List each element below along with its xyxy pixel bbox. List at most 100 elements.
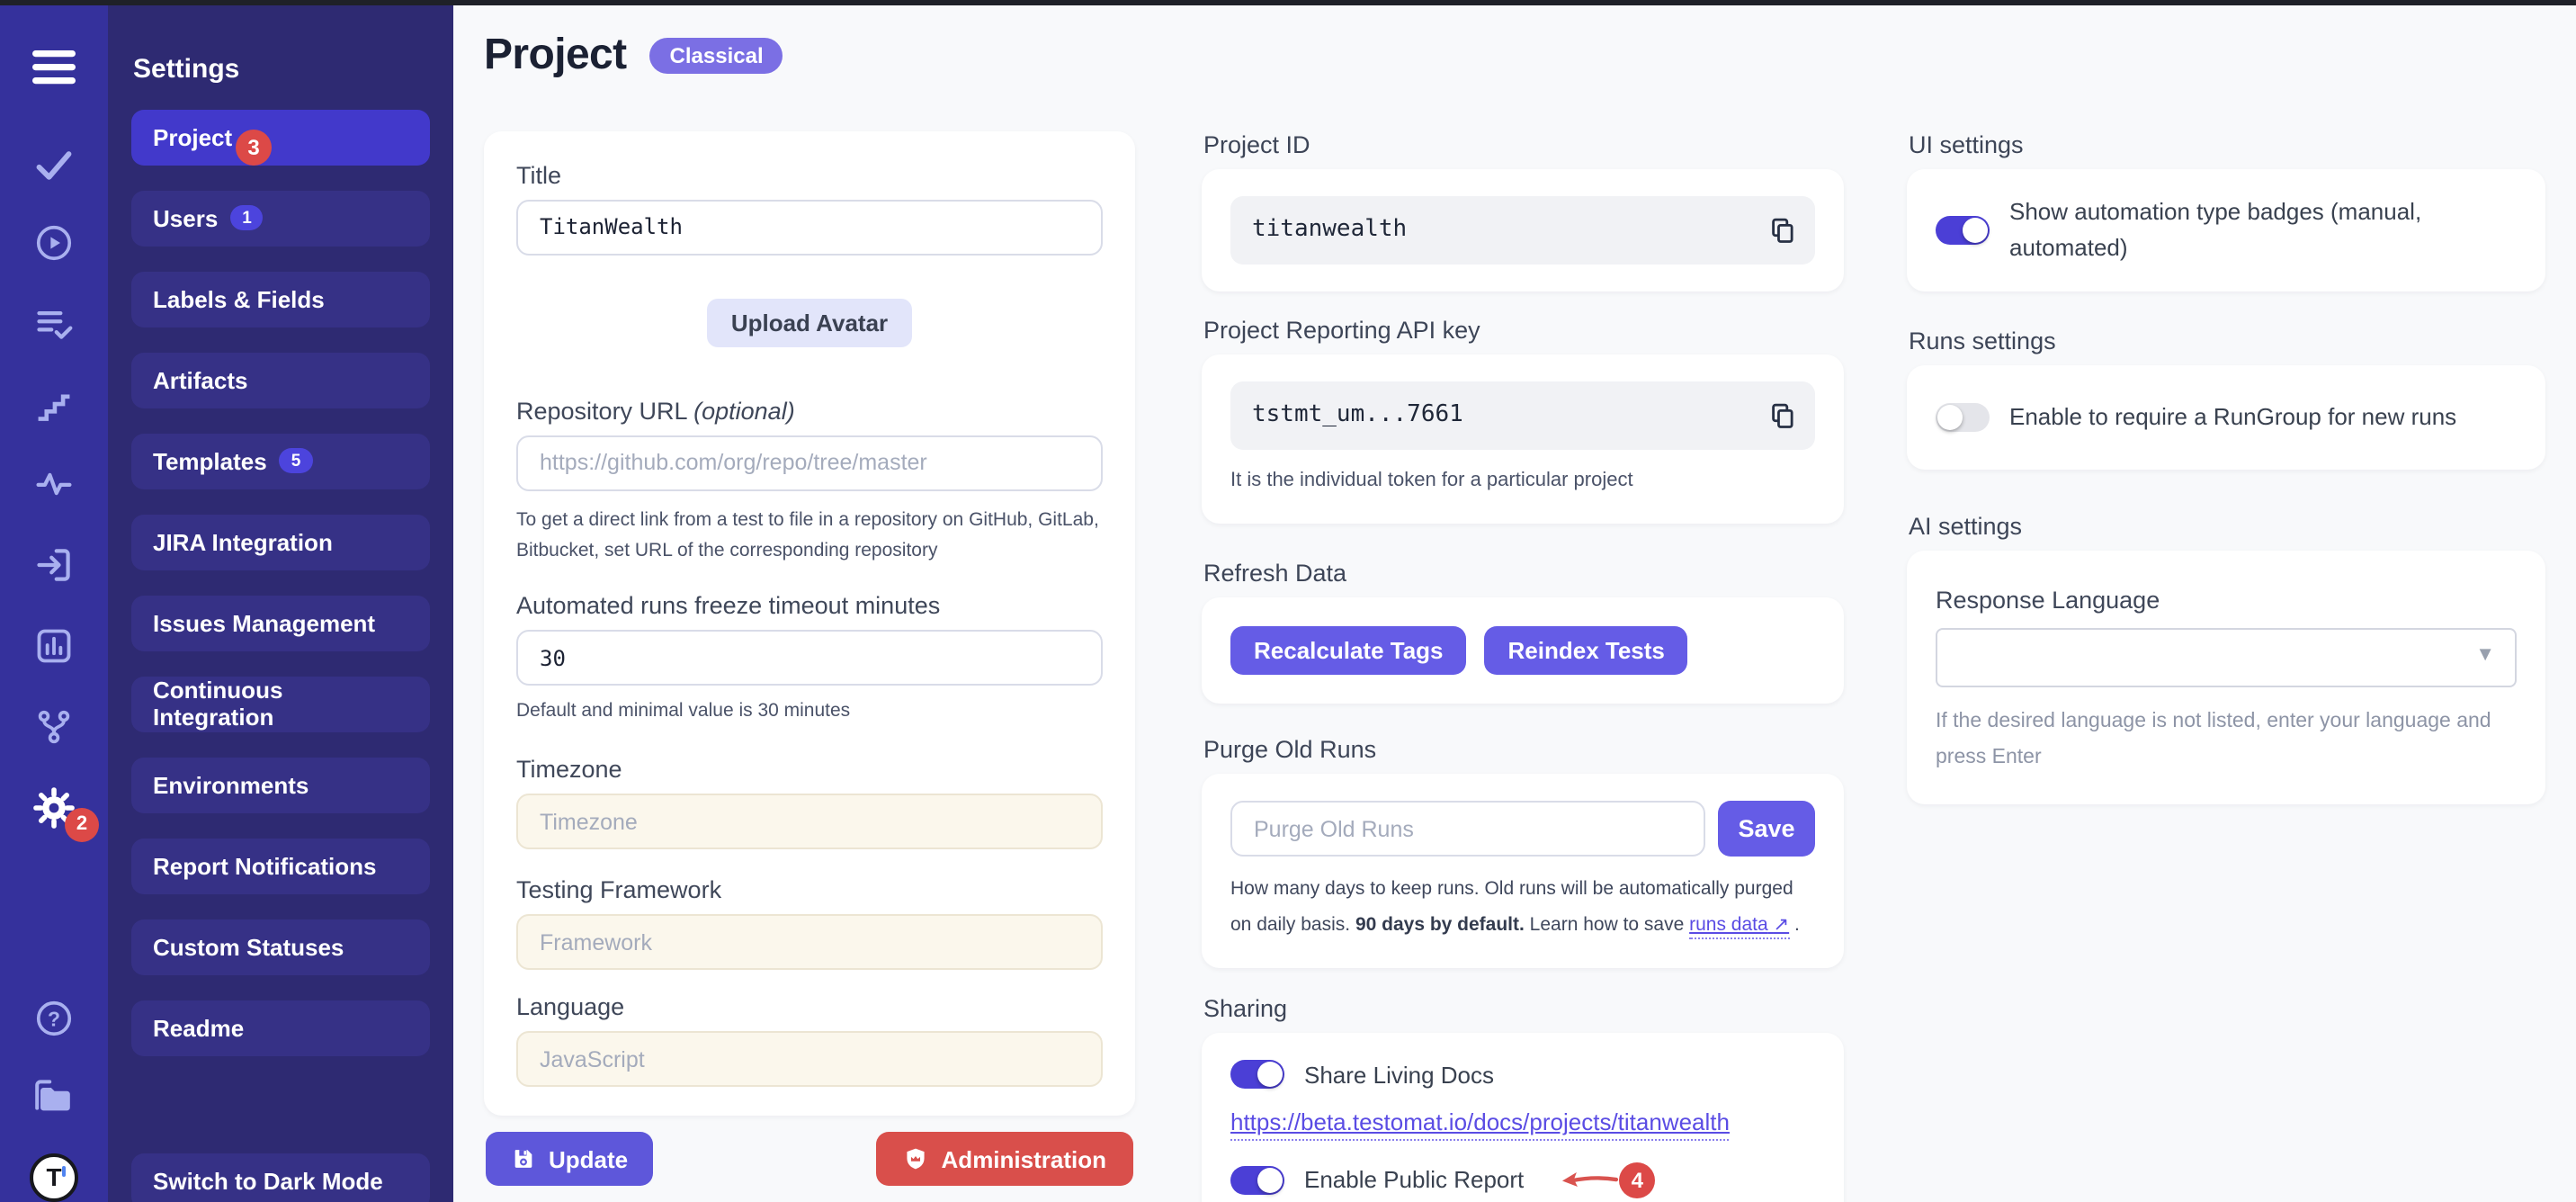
settings-nav-list: Project 3 Users 1 Labels & Fields Artifa…	[131, 109, 430, 1081]
menu-icon[interactable]	[32, 49, 76, 84]
sidebar-item-label: JIRA Integration	[153, 528, 333, 555]
project-id-value: titanwealth	[1252, 216, 1407, 243]
enable-public-report-toggle[interactable]	[1230, 1165, 1284, 1194]
help-icon[interactable]: ?	[34, 998, 74, 1037]
purge-old-runs-card: Save How many days to keep runs. Old run…	[1202, 774, 1844, 968]
share-living-docs-toggle[interactable]	[1230, 1060, 1284, 1089]
ai-settings-card: Response Language ▼ If the desired langu…	[1907, 551, 2545, 805]
repository-url-help: To get a direct link from a test to file…	[516, 505, 1103, 569]
window-top-strip	[0, 0, 2576, 4]
sidebar-item-label: Artifacts	[153, 366, 248, 393]
chevron-down-icon: ▼	[2475, 644, 2495, 666]
sidebar-item-label: Issues Management	[153, 609, 375, 636]
sidebar-item-label: Custom Statuses	[153, 933, 344, 960]
sidebar-item-readme[interactable]: Readme	[131, 1000, 430, 1055]
ui-settings-card: Show automation type badges (manual, aut…	[1907, 168, 2545, 292]
runs-settings-heading: Runs settings	[1909, 327, 2545, 354]
refresh-data-label: Refresh Data	[1203, 560, 1844, 587]
purge-help: How many days to keep runs. Old runs wil…	[1230, 873, 1815, 943]
projects-folders-icon[interactable]	[32, 1075, 76, 1118]
plans-list-check-icon[interactable]	[34, 303, 74, 343]
steps-icon[interactable]	[34, 384, 74, 424]
sidebar-item-label: Labels & Fields	[153, 285, 325, 312]
external-link-arrow-icon: ↗	[1774, 913, 1790, 935]
app-root: 2 ? T Settings Project 3 Users 1	[0, 0, 2576, 1202]
api-key-card: tstmt_um...7661 It is the individual tok…	[1202, 354, 1844, 524]
repository-url-input[interactable]	[516, 435, 1103, 490]
sidebar-item-label: Readme	[153, 1014, 244, 1041]
import-icon[interactable]	[34, 544, 74, 584]
analytics-icon[interactable]	[34, 625, 74, 665]
runs-data-link[interactable]: runs data ↗	[1689, 913, 1789, 938]
recalculate-tags-button[interactable]: Recalculate Tags	[1230, 626, 1467, 675]
sidebar-item-report-notifications[interactable]: Report Notifications	[131, 838, 430, 893]
annotation-4-group: 4	[1558, 1162, 1655, 1198]
ai-settings-heading: AI settings	[1909, 513, 2545, 540]
annotation-arrow-icon	[1558, 1167, 1619, 1192]
timezone-input[interactable]	[516, 794, 1103, 849]
tests-check-icon[interactable]	[34, 145, 74, 184]
sidebar-item-labels-fields[interactable]: Labels & Fields	[131, 271, 430, 327]
repository-url-label: Repository URL (optional)	[516, 397, 1103, 424]
api-key-value: tstmt_um...7661	[1252, 401, 1463, 428]
purge-old-runs-input[interactable]	[1230, 801, 1705, 857]
administration-button-label: Administration	[942, 1145, 1106, 1172]
copy-api-key-button[interactable]	[1759, 391, 1806, 438]
page-head: Project Classical	[484, 30, 2576, 80]
title-label: Title	[516, 161, 1103, 188]
response-language-help: If the desired language is not listed, e…	[1936, 704, 2517, 776]
upload-avatar-button[interactable]: Upload Avatar	[708, 298, 911, 346]
living-docs-link[interactable]: https://beta.testomat.io/docs/projects/t…	[1230, 1108, 1730, 1140]
timezone-label: Timezone	[516, 756, 1103, 783]
sidebar-item-environments[interactable]: Environments	[131, 757, 430, 812]
response-language-select[interactable]: ▼	[1936, 628, 2517, 687]
language-input[interactable]	[516, 1031, 1103, 1087]
copy-icon	[1768, 400, 1797, 429]
copy-project-id-button[interactable]	[1759, 206, 1806, 253]
annotation-badge-2: 2	[65, 807, 99, 841]
dark-mode-label: Switch to Dark Mode	[153, 1168, 383, 1195]
freeze-timeout-label: Automated runs freeze timeout minutes	[516, 592, 1103, 619]
sidebar-item-label: Environments	[153, 771, 309, 798]
annotation-badge-3: 3	[236, 129, 272, 165]
sidebar-item-users[interactable]: Users 1	[131, 190, 430, 246]
testing-framework-input[interactable]	[516, 914, 1103, 970]
repository-url-label-text: Repository URL	[516, 397, 687, 424]
automation-badges-toggle[interactable]	[1936, 215, 1990, 244]
sharing-label: Sharing	[1203, 995, 1844, 1022]
switch-dark-mode-button[interactable]: Switch to Dark Mode	[131, 1153, 430, 1202]
sidebar-item-label: Report Notifications	[153, 852, 376, 879]
sidebar-item-issues-management[interactable]: Issues Management	[131, 595, 430, 650]
copy-icon	[1768, 215, 1797, 244]
sidebar-item-project[interactable]: Project 3	[131, 109, 430, 165]
shield-icon	[904, 1146, 929, 1171]
update-button[interactable]: Update	[486, 1132, 653, 1186]
branches-icon[interactable]	[34, 706, 74, 746]
reindex-tests-button[interactable]: Reindex Tests	[1485, 626, 1688, 675]
sidebar-item-artifacts[interactable]: Artifacts	[131, 352, 430, 408]
logo-avatar[interactable]: T	[30, 1153, 78, 1201]
general-settings-card: Title Upload Avatar Repository URL (opti…	[484, 130, 1135, 1116]
purge-help-text3: .	[1789, 913, 1800, 935]
title-input[interactable]	[516, 199, 1103, 255]
sidebar-item-custom-statuses[interactable]: Custom Statuses	[131, 919, 430, 974]
sidebar-item-label: Project	[153, 123, 232, 150]
run-play-icon[interactable]	[34, 222, 74, 262]
update-button-label: Update	[549, 1145, 628, 1172]
enable-public-report-label: Enable Public Report	[1304, 1166, 1524, 1193]
project-type-badge: Classical	[650, 37, 783, 73]
runs-settings-card: Enable to require a RunGroup for new run…	[1907, 365, 2545, 470]
save-button[interactable]: Save	[1718, 801, 1815, 857]
require-rungroup-toggle[interactable]	[1936, 403, 1990, 432]
pulse-icon[interactable]	[34, 463, 74, 503]
sidebar-item-jira-integration[interactable]: JIRA Integration	[131, 514, 430, 570]
sharing-card: Share Living Docs https://beta.testomat.…	[1202, 1033, 1844, 1202]
freeze-timeout-input[interactable]	[516, 630, 1103, 686]
templates-count-pill: 5	[280, 448, 313, 473]
repository-url-optional-note: (optional)	[693, 397, 795, 424]
sidebar-item-templates[interactable]: Templates 5	[131, 433, 430, 489]
sidebar-item-continuous-integration[interactable]: Continuous Integration	[131, 676, 430, 731]
share-living-docs-label: Share Living Docs	[1304, 1061, 1494, 1088]
administration-button[interactable]: Administration	[877, 1132, 1133, 1186]
api-key-label: Project Reporting API key	[1203, 316, 1844, 343]
